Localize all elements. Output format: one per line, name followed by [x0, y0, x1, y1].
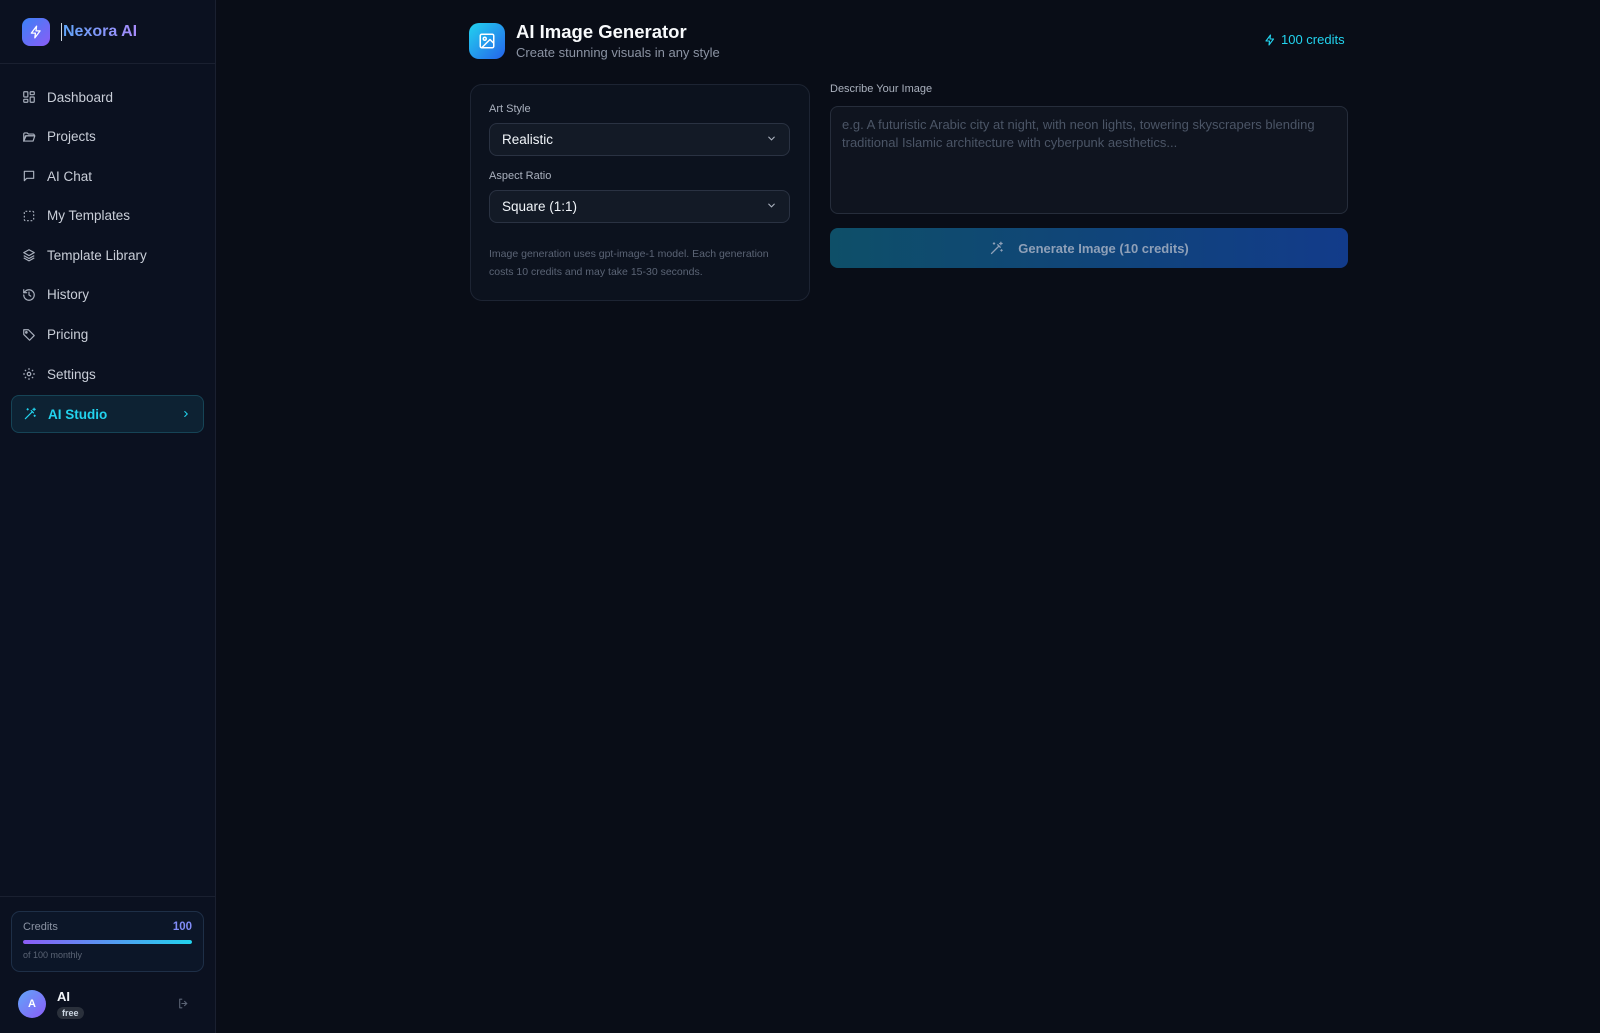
app-root: Nexora AI Dashboard Projects AI Chat My … — [0, 0, 1600, 1033]
user-meta: AI free — [57, 989, 84, 1019]
chevron-down-icon — [766, 132, 777, 147]
image-icon — [469, 23, 505, 59]
art-style-label: Art Style — [489, 103, 531, 115]
plan-badge: free — [57, 1007, 84, 1019]
sidebar-divider — [0, 896, 215, 897]
main-content: AI Image Generator Create stunning visua… — [216, 0, 1600, 1033]
user-profile[interactable]: A AI free — [18, 986, 198, 1022]
chat-bubble-icon — [22, 169, 36, 183]
gear-icon — [22, 367, 36, 381]
brand[interactable]: Nexora AI — [0, 0, 215, 64]
sidebar-item-projects[interactable]: Projects — [11, 118, 204, 156]
prompt-label: Describe Your Image — [830, 83, 933, 95]
magic-wand-icon — [989, 241, 1004, 256]
generate-image-button[interactable]: Generate Image (10 credits) — [830, 228, 1348, 268]
sidebar-item-ai-chat[interactable]: AI Chat — [11, 157, 204, 195]
sidebar-item-label: Projects — [47, 129, 96, 145]
sidebar-item-label: AI Studio — [48, 406, 108, 422]
sidebar-item-label: Dashboard — [47, 89, 114, 105]
sidebar-item-label: Pricing — [47, 327, 89, 343]
sidebar-item-label: History — [47, 287, 90, 303]
bolt-icon — [22, 17, 50, 46]
credits-progress-fill — [23, 940, 192, 944]
prompt-textarea[interactable] — [830, 106, 1348, 214]
generate-button-label: Generate Image (10 credits) — [1018, 240, 1189, 256]
page-title: AI Image Generator — [516, 21, 687, 42]
sidebar-nav: Dashboard Projects AI Chat My Templates — [0, 64, 215, 435]
sidebar-item-settings[interactable]: Settings — [11, 355, 204, 393]
user-name: AI — [57, 989, 70, 1004]
credits-progress-bar — [23, 940, 192, 944]
generation-note: Image generation uses gpt-image-1 model.… — [489, 248, 769, 278]
chevron-down-icon — [766, 199, 777, 214]
page-subtitle: Create stunning visuals in any style — [516, 45, 720, 60]
aspect-ratio-label: Aspect Ratio — [489, 170, 552, 182]
settings-card: Art Style Realistic Aspect Ratio Square … — [470, 84, 810, 301]
chevron-right-icon — [181, 407, 191, 422]
art-style-select[interactable]: Realistic — [489, 123, 790, 156]
sidebar-item-label: Template Library — [47, 247, 147, 263]
art-style-value: Realistic — [502, 132, 554, 147]
logout-icon[interactable] — [177, 997, 190, 1015]
sidebar-item-label: AI Chat — [47, 168, 93, 184]
sidebar-item-pricing[interactable]: Pricing — [11, 316, 204, 354]
dashed-square-icon — [22, 209, 36, 223]
history-clock-icon — [22, 288, 36, 302]
folder-open-icon — [22, 130, 36, 144]
sidebar-item-label: My Templates — [47, 208, 131, 224]
layers-icon — [22, 248, 36, 262]
aspect-ratio-value: Square (1:1) — [502, 199, 578, 214]
header-credits-text: 100 credits — [1281, 32, 1345, 47]
dashboard-grid-icon — [22, 90, 36, 104]
credits-label: Credits — [23, 921, 58, 933]
magic-wand-icon — [23, 407, 37, 421]
credits-sub: of 100 monthly — [23, 950, 83, 960]
sidebar-item-dashboard[interactable]: Dashboard — [11, 78, 204, 116]
avatar: A — [18, 990, 46, 1018]
sidebar: Nexora AI Dashboard Projects AI Chat My … — [0, 0, 216, 1033]
sidebar-item-ai-studio-content: AI Studio — [23, 407, 107, 422]
sidebar-item-label: Settings — [47, 366, 96, 382]
sidebar-item-template-library[interactable]: Template Library — [11, 236, 204, 274]
bolt-icon — [1264, 33, 1276, 46]
credits-card: Credits 100 of 100 monthly — [11, 911, 204, 972]
tag-icon — [22, 328, 36, 342]
brand-name: Nexora AI — [61, 22, 138, 41]
credits-header: Credits 100 — [23, 921, 192, 933]
aspect-ratio-select[interactable]: Square (1:1) — [489, 190, 790, 223]
header-credits-badge: 100 credits — [1264, 32, 1345, 47]
sidebar-item-my-templates[interactable]: My Templates — [11, 197, 204, 235]
sidebar-item-history[interactable]: History — [11, 276, 204, 314]
sidebar-item-ai-studio[interactable]: AI Studio — [11, 395, 204, 434]
credits-value: 100 — [172, 921, 192, 933]
